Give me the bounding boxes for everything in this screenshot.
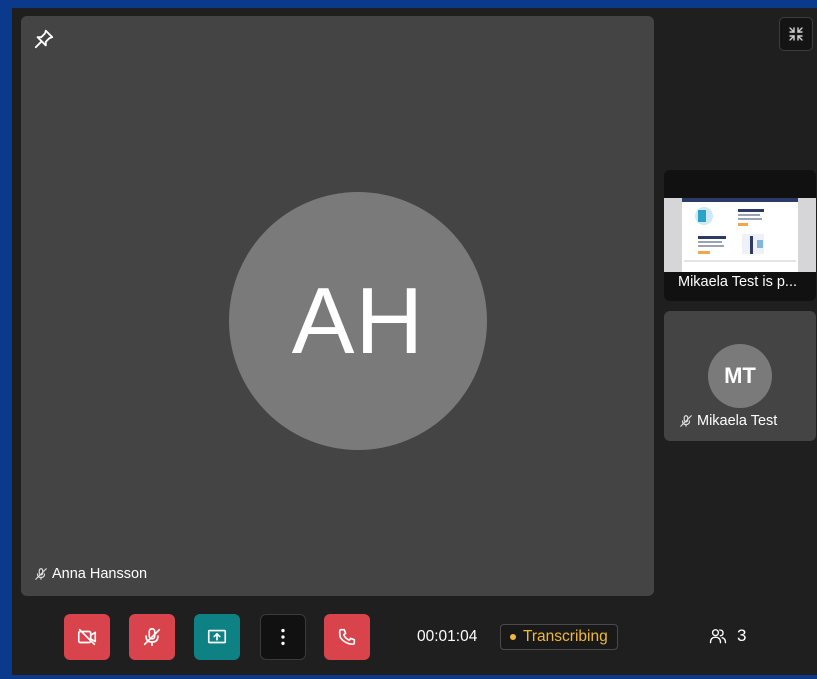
main-video-tile[interactable]: AH xyxy=(21,16,654,596)
more-vertical-icon xyxy=(281,628,285,646)
fullscreen-button[interactable] xyxy=(779,17,813,51)
camera-toggle-button[interactable] xyxy=(64,614,110,660)
participant-initials: MT xyxy=(724,363,756,388)
main-participant-avatar: AH xyxy=(229,192,487,450)
more-options-button[interactable] xyxy=(260,614,306,660)
main-participant-initials: AH xyxy=(291,268,425,373)
transcribing-label: Transcribing xyxy=(523,628,608,645)
participants-icon xyxy=(709,629,727,644)
collapse-icon xyxy=(789,27,803,41)
status-dot-icon xyxy=(510,634,516,640)
share-screen-icon xyxy=(207,629,227,644)
camera-off-icon xyxy=(77,628,97,646)
participant-avatar: MT xyxy=(708,344,772,408)
pin-icon[interactable] xyxy=(33,28,55,50)
hang-up-button[interactable] xyxy=(324,614,370,660)
participant-name: Mikaela Test xyxy=(697,413,778,429)
screen-share-tile[interactable]: Mikaela Test is p... xyxy=(664,170,816,301)
participants-button[interactable]: 3 xyxy=(708,626,746,646)
screen-share-thumbnail xyxy=(664,198,816,272)
mic-off-icon xyxy=(143,627,161,647)
main-participant-name-label: Anna Hansson xyxy=(34,566,147,582)
share-screen-button[interactable] xyxy=(194,614,240,660)
transcribing-status-badge[interactable]: Transcribing xyxy=(500,624,618,650)
participants-count: 3 xyxy=(737,626,747,645)
participant-tile[interactable]: MT Mikaela Test xyxy=(664,311,816,441)
mic-off-icon xyxy=(35,568,47,580)
mic-off-icon xyxy=(680,415,692,427)
screen-share-label: Mikaela Test is p... xyxy=(678,274,798,290)
phone-hangup-icon xyxy=(338,628,356,646)
microphone-toggle-button[interactable] xyxy=(129,614,175,660)
call-timer: 00:01:04 xyxy=(417,628,478,645)
main-participant-name: Anna Hansson xyxy=(52,566,148,582)
participant-name-label: Mikaela Test xyxy=(679,413,777,429)
